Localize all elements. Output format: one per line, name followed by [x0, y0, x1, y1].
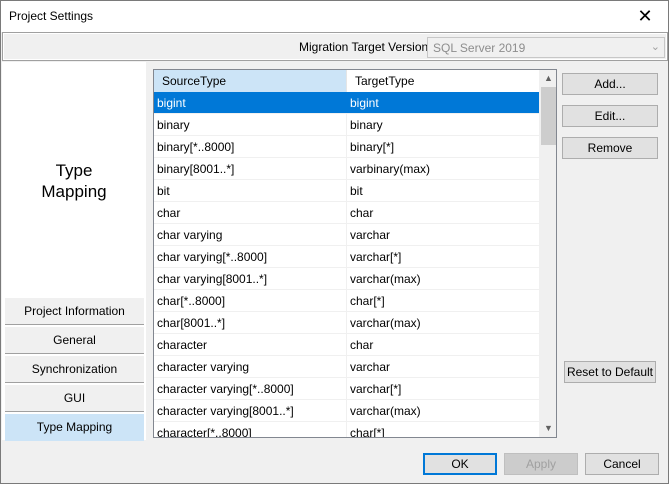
window-title: Project Settings: [9, 9, 94, 23]
table-row[interactable]: character varying varchar: [154, 356, 540, 378]
table-row[interactable]: character varying[8001..*] varchar(max): [154, 400, 540, 422]
target-type-cell[interactable]: char[*]: [347, 422, 540, 437]
source-type-cell[interactable]: char varying[*..8000]: [154, 246, 347, 267]
target-type-cell[interactable]: char: [347, 202, 540, 223]
migration-target-value: SQL Server 2019: [433, 41, 526, 55]
grid-rows: bigint bigint binary binary binary[*..8000] b…: [154, 92, 540, 437]
vertical-scrollbar[interactable]: ▲ ▼: [539, 70, 556, 437]
grid-header: SourceType TargetType: [154, 70, 540, 92]
scroll-up-icon[interactable]: ▲: [540, 70, 556, 87]
table-row[interactable]: char varying varchar: [154, 224, 540, 246]
source-type-cell[interactable]: char[*..8000]: [154, 290, 347, 311]
chevron-down-icon: ⌄: [650, 41, 660, 53]
source-type-cell[interactable]: binary: [154, 114, 347, 135]
migration-target-select[interactable]: SQL Server 2019 ⌄: [427, 37, 665, 58]
nav-item-project-information[interactable]: Project Information: [5, 298, 144, 325]
column-header-target-type[interactable]: TargetType: [347, 70, 540, 92]
source-type-cell[interactable]: character[*..8000]: [154, 422, 347, 437]
settings-nav-panel: Type Mapping Project Information General…: [2, 62, 146, 441]
source-type-cell[interactable]: bit: [154, 180, 347, 201]
table-row[interactable]: binary[8001..*] varbinary(max): [154, 158, 540, 180]
scrollbar-thumb[interactable]: [541, 87, 556, 145]
table-row[interactable]: binary[*..8000] binary[*]: [154, 136, 540, 158]
source-type-cell[interactable]: character varying[*..8000]: [154, 378, 347, 399]
section-heading-line1: Type: [55, 161, 93, 180]
scroll-down-icon[interactable]: ▼: [540, 420, 556, 437]
source-type-cell[interactable]: binary[8001..*]: [154, 158, 347, 179]
target-type-cell[interactable]: binary[*]: [347, 136, 540, 157]
migration-target-bar: Migration Target Version : SQL Server 20…: [2, 32, 668, 61]
target-type-cell[interactable]: varchar(max): [347, 268, 540, 289]
migration-target-label: Migration Target Version :: [299, 40, 435, 54]
nav-item-gui[interactable]: GUI: [5, 385, 144, 412]
target-type-cell[interactable]: varbinary(max): [347, 158, 540, 179]
apply-button[interactable]: Apply: [504, 453, 578, 475]
source-type-cell[interactable]: character: [154, 334, 347, 355]
table-row[interactable]: char varying[8001..*] varchar(max): [154, 268, 540, 290]
source-type-cell[interactable]: bigint: [154, 92, 347, 113]
source-type-cell[interactable]: char varying[8001..*]: [154, 268, 347, 289]
type-mapping-grid[interactable]: SourceType TargetType bigint bigint binary…: [153, 69, 557, 438]
nav-item-synchronization[interactable]: Synchronization: [5, 356, 144, 383]
target-type-cell[interactable]: varchar: [347, 224, 540, 245]
source-type-cell[interactable]: char[8001..*]: [154, 312, 347, 333]
table-row[interactable]: char varying[*..8000] varchar[*]: [154, 246, 540, 268]
section-heading-line2: Mapping: [41, 182, 107, 201]
project-settings-dialog: Project Settings ✕ Migration Target Vers…: [0, 0, 669, 484]
target-type-cell[interactable]: binary: [347, 114, 540, 135]
table-row[interactable]: character char: [154, 334, 540, 356]
section-heading: Type Mapping: [2, 160, 146, 202]
target-type-cell[interactable]: varchar[*]: [347, 246, 540, 267]
source-type-cell[interactable]: character varying: [154, 356, 347, 377]
edit-button[interactable]: Edit...: [562, 105, 658, 127]
source-type-cell[interactable]: char varying: [154, 224, 347, 245]
ok-button[interactable]: OK: [423, 453, 497, 475]
nav-item-general[interactable]: General: [5, 327, 144, 354]
cancel-button[interactable]: Cancel: [585, 453, 659, 475]
column-header-source-type[interactable]: SourceType: [154, 70, 347, 92]
target-type-cell[interactable]: char[*]: [347, 290, 540, 311]
table-row[interactable]: binary binary: [154, 114, 540, 136]
add-button[interactable]: Add...: [562, 73, 658, 95]
close-icon[interactable]: ✕: [622, 1, 668, 31]
title-bar: Project Settings ✕: [1, 1, 668, 32]
target-type-cell[interactable]: varchar: [347, 356, 540, 377]
table-row[interactable]: character[*..8000] char[*]: [154, 422, 540, 437]
table-row[interactable]: character varying[*..8000] varchar[*]: [154, 378, 540, 400]
target-type-cell[interactable]: bigint: [347, 92, 540, 113]
nav-item-type-mapping[interactable]: Type Mapping: [5, 414, 144, 441]
table-row[interactable]: char char: [154, 202, 540, 224]
target-type-cell[interactable]: varchar(max): [347, 312, 540, 333]
table-row[interactable]: char[*..8000] char[*]: [154, 290, 540, 312]
table-row[interactable]: bit bit: [154, 180, 540, 202]
target-type-cell[interactable]: char: [347, 334, 540, 355]
target-type-cell[interactable]: varchar[*]: [347, 378, 540, 399]
remove-button[interactable]: Remove: [562, 137, 658, 159]
source-type-cell[interactable]: binary[*..8000]: [154, 136, 347, 157]
target-type-cell[interactable]: varchar(max): [347, 400, 540, 421]
source-type-cell[interactable]: character varying[8001..*]: [154, 400, 347, 421]
source-type-cell[interactable]: char: [154, 202, 347, 223]
table-row[interactable]: bigint bigint: [154, 92, 540, 114]
reset-to-default-button[interactable]: Reset to Default: [564, 361, 656, 383]
target-type-cell[interactable]: bit: [347, 180, 540, 201]
table-row[interactable]: char[8001..*] varchar(max): [154, 312, 540, 334]
